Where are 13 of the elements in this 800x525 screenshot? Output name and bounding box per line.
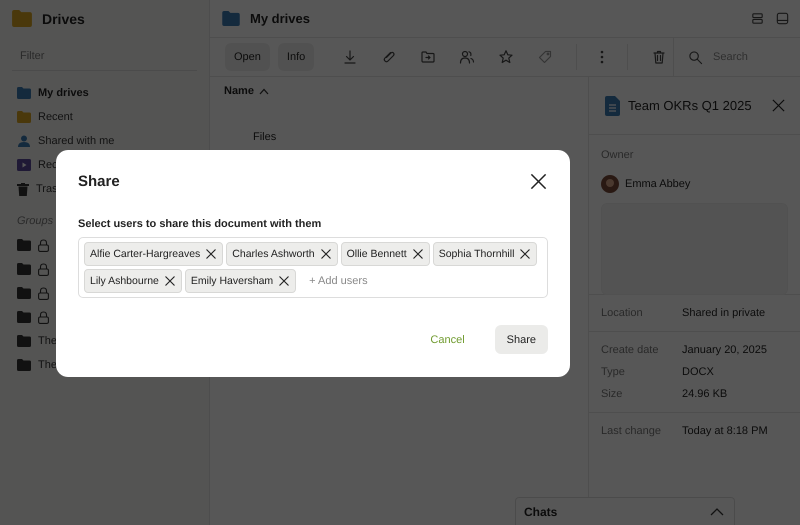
section-heading: Files — [253, 131, 276, 143]
file-title: Team OKRs Q1 2025 — [628, 98, 753, 113]
property-value: Shared in private — [682, 307, 766, 319]
owner-name: Emma Abbey — [625, 178, 690, 190]
dialog-title: Share — [78, 173, 120, 190]
dialog-prompt: Select users to share this document with them — [78, 218, 322, 230]
property-value: DOCX — [682, 366, 714, 378]
property-value: Today at 8:18 PM — [682, 425, 768, 437]
app-title: Drives — [42, 10, 85, 26]
property-value: January 20, 2025 — [682, 344, 768, 356]
chats-title: Chats — [524, 504, 558, 518]
page-title: My drives — [250, 11, 311, 26]
property-value: 24.96 KB — [682, 388, 728, 400]
